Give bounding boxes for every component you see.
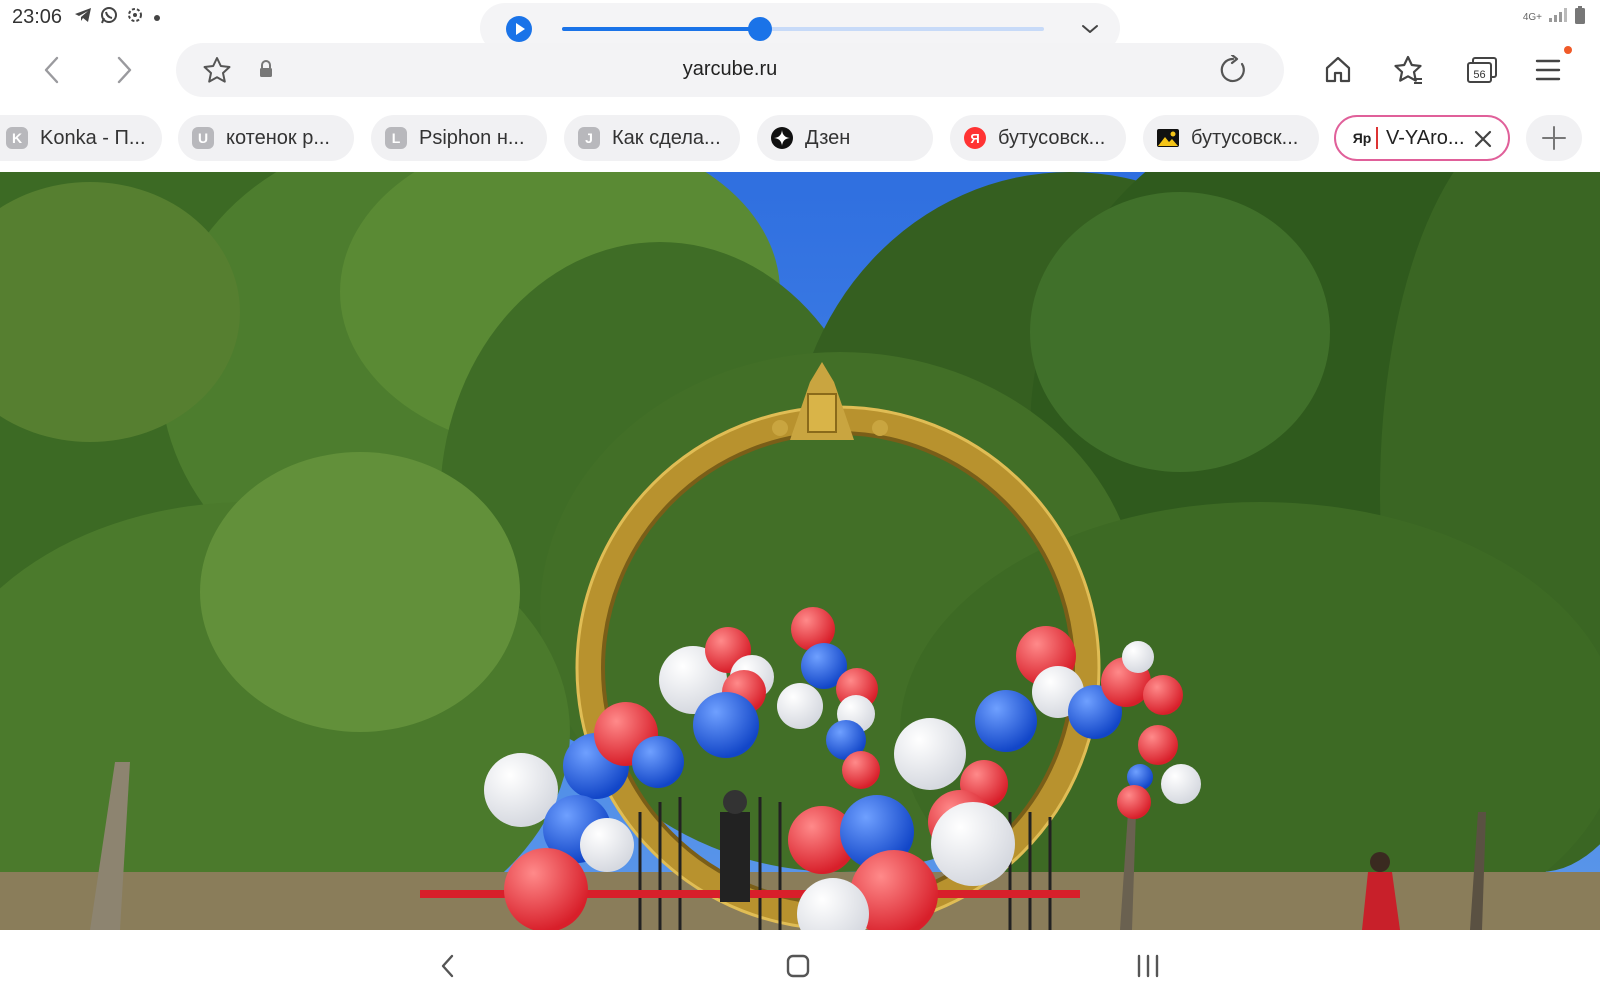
tab-v-yaro-active[interactable]: Яр V-YAro...	[1334, 115, 1510, 161]
image-icon	[1157, 127, 1179, 149]
system-navigation-bar	[0, 930, 1600, 1000]
battery-icon	[1574, 6, 1586, 29]
chevron-left-icon	[441, 954, 454, 978]
system-home-button[interactable]	[780, 948, 816, 984]
signal-icon	[1548, 7, 1568, 28]
tab-dzen[interactable]: Дзен	[757, 115, 933, 161]
tabs-count-button[interactable]: 56	[1460, 52, 1504, 88]
system-recents-button[interactable]	[1130, 948, 1166, 984]
chevron-down-icon[interactable]	[1078, 17, 1102, 41]
vk-icon	[126, 6, 144, 29]
tab-psiphon[interactable]: L Psiphon н...	[371, 115, 547, 161]
dot-icon	[152, 8, 162, 28]
tab-favicon: L	[385, 127, 407, 149]
whatsapp-icon	[100, 6, 118, 29]
yandex-icon: Я	[964, 127, 986, 149]
tab-butusovsk-yandex[interactable]: Я бутусовск...	[950, 115, 1126, 161]
system-back-button[interactable]	[430, 948, 466, 984]
home-icon[interactable]	[1320, 52, 1356, 88]
telegram-icon	[74, 7, 92, 28]
media-progress-thumb[interactable]	[747, 17, 772, 41]
tab-favicon: U	[192, 127, 214, 149]
plus-icon	[1542, 126, 1566, 150]
status-time: 23:06	[12, 6, 63, 28]
network-label: 4G+	[1522, 11, 1542, 23]
yarcube-icon: Яр	[1350, 127, 1378, 149]
chevron-left-icon	[44, 56, 59, 84]
tab-label: бутусовск...	[998, 126, 1106, 149]
bookmarks-icon[interactable]	[1390, 52, 1426, 88]
tab-label: котенок р...	[226, 126, 330, 149]
tab-label: Psiphon н...	[419, 126, 525, 149]
notification-icons	[74, 6, 162, 29]
page-photo	[0, 172, 1600, 930]
tab-kak-sdelat[interactable]: J Как сдела...	[564, 115, 740, 161]
menu-icon[interactable]	[1530, 52, 1566, 88]
new-tab-button[interactable]	[1526, 115, 1582, 161]
dzen-icon	[771, 127, 793, 149]
close-icon[interactable]	[1472, 128, 1494, 150]
tab-favicon: J	[578, 127, 600, 149]
park-arch-photo	[0, 172, 1600, 930]
media-progress-bar[interactable]	[562, 17, 1044, 41]
reload-icon[interactable]	[1218, 53, 1248, 90]
chevron-right-icon	[117, 56, 132, 84]
home-square-icon	[786, 954, 810, 978]
url-text[interactable]: yarcube.ru	[176, 58, 1284, 81]
tab-label: V-YAro...	[1386, 126, 1465, 149]
recents-icon	[1137, 954, 1159, 978]
address-bar[interactable]: yarcube.ru	[176, 43, 1284, 97]
tabs-icon: 56	[1467, 57, 1497, 83]
back-button[interactable]	[32, 50, 72, 90]
notification-dot	[1564, 46, 1572, 54]
tab-label: бутусовск...	[1191, 126, 1299, 149]
tab-konka[interactable]: K Konka - П...	[0, 115, 162, 161]
system-indicators: 4G+	[1523, 6, 1586, 29]
media-progress-fill	[562, 27, 760, 31]
tab-kotenok[interactable]: U котенок р...	[178, 115, 354, 161]
forward-button[interactable]	[104, 50, 144, 90]
tab-butusovsk-image[interactable]: бутусовск...	[1143, 115, 1319, 161]
tab-label: Дзен	[805, 126, 851, 149]
tab-label: Как сдела...	[612, 126, 721, 149]
tabs-count: 56	[1473, 69, 1485, 81]
play-button[interactable]	[506, 16, 532, 42]
tab-label: Konka - П...	[40, 126, 146, 149]
tab-favicon: K	[6, 127, 28, 149]
